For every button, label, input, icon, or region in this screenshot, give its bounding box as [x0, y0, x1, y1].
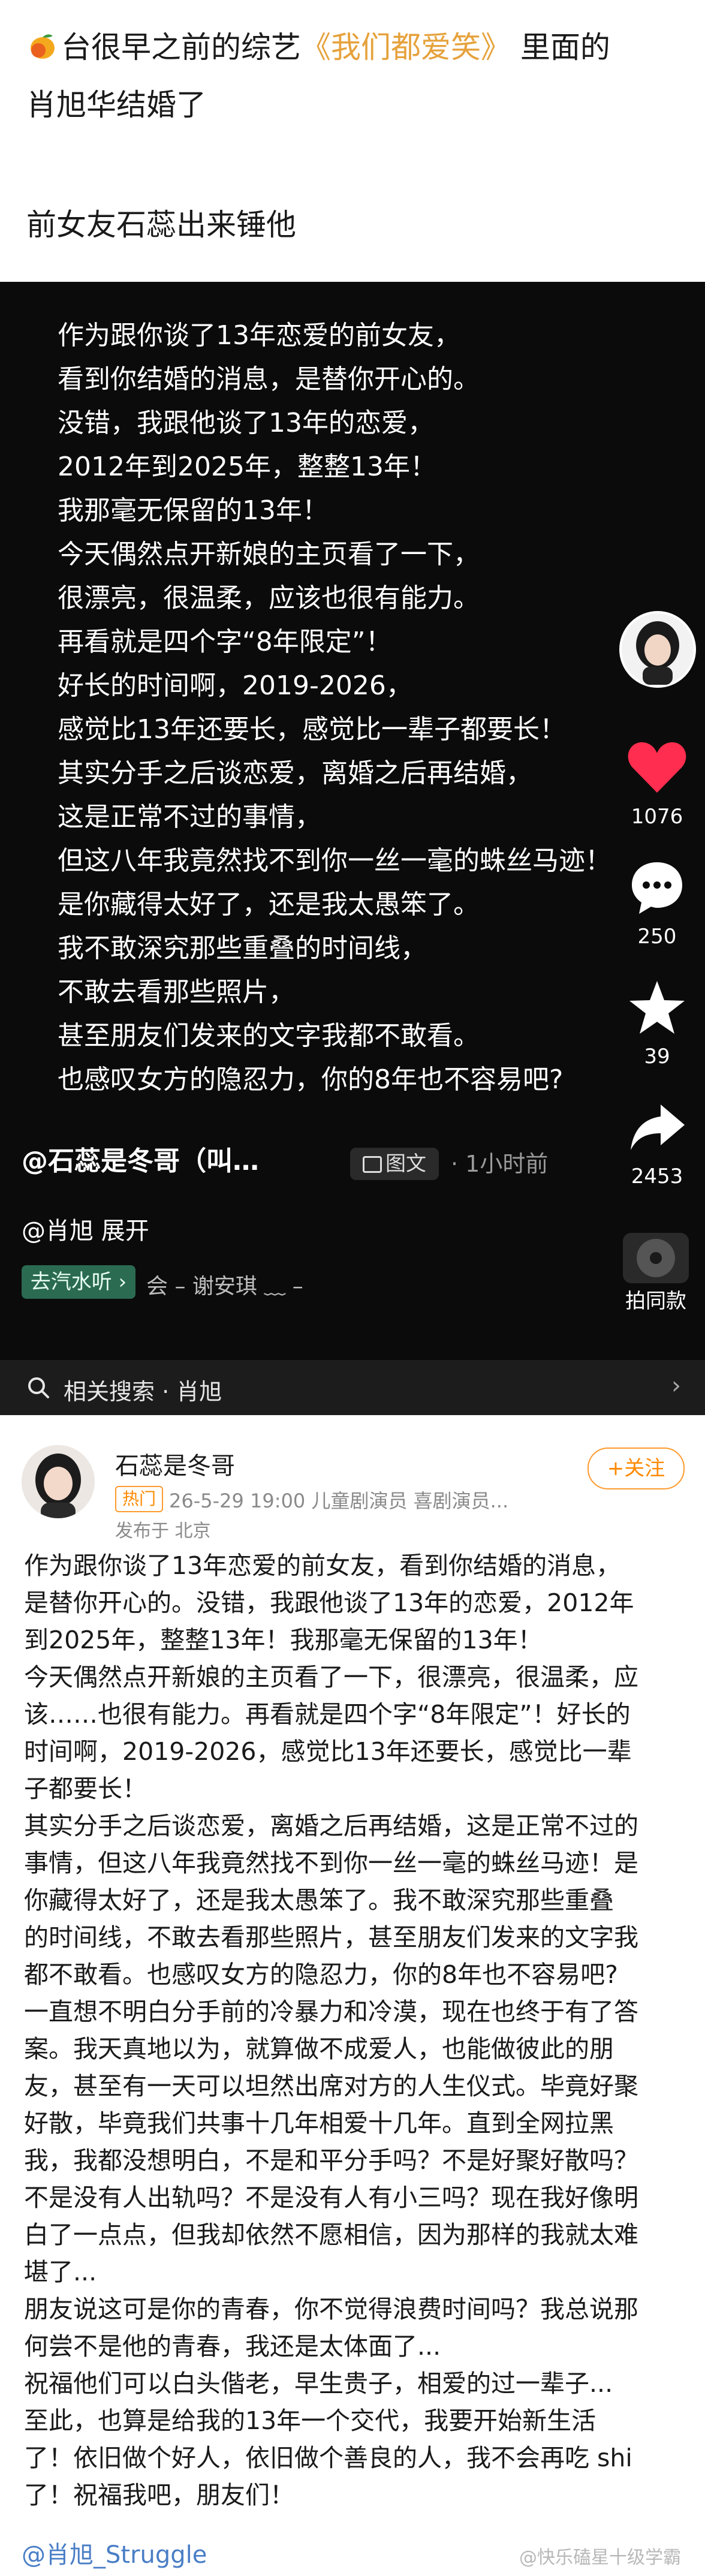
video-text-line: 也感叹女方的隐忍力，你的8年也不容易吧? — [58, 1064, 564, 1095]
poster-name[interactable]: 石蕊是冬哥 — [115, 1446, 235, 1481]
avatar-icon — [22, 1445, 95, 1518]
video-text-line: 再看就是四个字“8年限定”！ — [58, 627, 392, 657]
heart-icon — [628, 742, 686, 793]
favorite-button[interactable]: 39 — [621, 977, 693, 1069]
post-text-line: 事情，但这八年我竟然找不到你一丝一毫的蛛丝马迹！是 — [24, 1849, 638, 1877]
music-disc-icon — [623, 1233, 689, 1283]
related-search-label: 相关搜索 · 肖旭 — [64, 1379, 222, 1405]
caption-show-link[interactable]: 《我们都爱笑》 — [301, 30, 511, 65]
video-text-line: 看到你结婚的消息，是替你开心的。 — [58, 364, 480, 395]
caption-suffix: 里面的 — [511, 30, 610, 65]
video-text-line: 这是正常不过的事情， — [58, 802, 321, 832]
post-text-line: 作为跟你谈了13年恋爱的前女友，看到你结婚的消息， — [24, 1551, 621, 1580]
avatar-icon — [619, 611, 696, 688]
post-text-line: 其实分手之后谈恋爱，离婚之后再结婚，这是正常不过的 — [24, 1811, 638, 1840]
video-text-line: 是你藏得太好了，还是我太愚笨了。 — [58, 889, 480, 920]
video-text-line: 我那毫无保留的13年！ — [58, 495, 329, 526]
video-text-line: 作为跟你谈了13年恋爱的前女友， — [58, 320, 460, 351]
image-text-tag: 图文 — [350, 1148, 439, 1180]
video-text-line: 甚至朋友们发来的文字我都不敢看。 — [58, 1021, 480, 1051]
favorite-count: 39 — [644, 1045, 670, 1069]
caption-line-2: 肖旭华结婚了 — [26, 88, 206, 122]
share-arrow-icon — [631, 1105, 685, 1150]
video-text-line: 但这八年我竟然找不到你一丝一毫的蛛丝马迹！ — [58, 845, 611, 876]
video-text-line: 今天偶然点开新娘的主页看了一下， — [58, 539, 480, 570]
music-app-button[interactable]: 去汽水听 › — [22, 1265, 135, 1299]
post-text-line: 至此，也算是给我的13年一个交代，我要开始新生活 — [24, 2406, 596, 2435]
video-text-line: 2012年到2025年，整整13年！ — [58, 452, 436, 482]
post-text-line: 好散，毕竟我们共事十几年相爱十几年。直到全网拉黑 — [24, 2109, 614, 2138]
poster-avatar[interactable] — [22, 1445, 95, 1518]
post-text-line: 堪了... — [24, 2258, 97, 2286]
post-text-line: 该……也很有能力。再看就是四个字“8年限定”！好长的 — [24, 1700, 631, 1729]
post-text-line: 了！祝福我吧，朋友们！ — [24, 2481, 294, 2509]
share-button[interactable]: 2453 — [621, 1097, 693, 1188]
comment-button[interactable]: 250 — [621, 857, 693, 949]
video-panel[interactable]: 作为跟你谈了13年恋爱的前女友， 看到你结婚的消息，是替你开心的。 没错，我跟他谈了… — [0, 282, 705, 1360]
search-icon — [28, 1377, 49, 1398]
video-text-line: 很漂亮，很温柔，应该也很有能力。 — [58, 583, 480, 613]
caption-line-1: 台很早之前的综艺《我们都爱笑》 里面的 — [26, 26, 610, 68]
post-text-line: 今天偶然点开新娘的主页看了一下，很漂亮，很温柔，应 — [24, 1663, 638, 1692]
follow-button[interactable]: +关注 — [588, 1448, 685, 1489]
tag-label: 图文 — [385, 1152, 426, 1176]
author-handle[interactable]: @石蕊是冬哥（叫… — [22, 1139, 259, 1178]
post-meta: 26-5-29 19:00 儿童剧演员 喜剧演员... — [169, 1489, 509, 1512]
post-text-line: 案。我天真地以为，就算做不成爱人，也能做彼此的朋 — [24, 2035, 614, 2063]
post-text-line: 祝福他们可以白头偕老，早生贵子，相爱的过一辈子... — [24, 2369, 613, 2398]
same-style-button[interactable]: 拍同款 — [616, 1230, 695, 1314]
post-caption: 台很早之前的综艺《我们都爱笑》 里面的 肖旭华结婚了 前女友石蕊出来锤他 — [0, 0, 705, 282]
post-text-line: 子都要长！ — [24, 1774, 147, 1803]
post-text-line: 友，甚至有一天可以坦然出席对方的人生仪式。毕竟好聚 — [24, 2072, 638, 2100]
video-text-line: 好长的时间啊，2019-2026， — [58, 670, 412, 701]
post-text-line: 都不敢看。也感叹女方的隐忍力，你的8年也不容易吧? — [24, 1960, 618, 1989]
music-title[interactable]: 会 – 谢安琪 ﹏ – — [146, 1269, 303, 1300]
post-text-line: 了！依旧做个好人，依旧做个善良的人，我不会再吃 shi — [24, 2443, 632, 2472]
post-text-line: 时间啊，2019-2026，感觉比13年还要长，感觉比一辈 — [24, 1737, 632, 1766]
mention-link[interactable]: @肖旭_Struggle — [22, 2535, 207, 2570]
post-text-line: 不是没有人出轨吗？不是没有人有小三吗？现在我好像明 — [24, 2183, 638, 2212]
video-text-line: 我不敢深究那些重叠的时间线， — [58, 933, 427, 964]
comment-icon — [632, 862, 682, 914]
description[interactable]: @肖旭 展开 — [22, 1211, 149, 1246]
post-time: · 1小时前 — [451, 1151, 549, 1177]
hot-badge: 热门 — [115, 1486, 163, 1512]
comment-count: 250 — [637, 925, 677, 949]
share-count: 2453 — [631, 1164, 683, 1188]
caption-prefix: 台很早之前的综艺 — [61, 30, 301, 65]
same-style-label: 拍同款 — [625, 1289, 686, 1313]
like-count: 1076 — [631, 805, 683, 829]
mango-icon — [31, 34, 55, 59]
creator-avatar[interactable] — [619, 610, 696, 691]
watermark: @快乐磕星十级学霸 — [519, 2547, 681, 2568]
video-text-line: 没错，我跟他谈了13年的恋爱， — [58, 408, 434, 438]
post-text-line: 是替你开心的。没错，我跟他谈了13年的恋爱，2012年 — [24, 1588, 634, 1617]
post-text-line: 白了一点点，但我却依然不愿相信，因为那样的我就太难 — [24, 2220, 638, 2249]
video-text-line: 其实分手之后谈恋爱，离婚之后再结婚， — [58, 758, 532, 789]
caption-line-3: 前女友石蕊出来锤他 — [26, 207, 296, 242]
star-icon — [629, 981, 685, 1034]
post-text-line: 我，我都没想明白，不是和平分手吗？不是好聚好散吗？ — [24, 2146, 638, 2175]
post-location: 发布于 北京 — [115, 1521, 211, 1542]
post-text-line: 你藏得太好了，还是我太愚笨了。我不敢深究那些重叠 — [24, 1886, 614, 1915]
video-text-line: 不敢去看那些照片， — [58, 977, 295, 1007]
chevron-right-icon: › — [671, 1372, 681, 1400]
post-text-line: 到2025年，整整13年！我那毫无保留的13年！ — [24, 1626, 543, 1654]
image-icon — [363, 1156, 382, 1173]
post-text-line: 何尝不是他的青春，我还是太体面了... — [24, 2332, 441, 2361]
like-button[interactable]: 1076 — [621, 738, 693, 829]
related-search-bar[interactable]: 相关搜索 · 肖旭 › — [0, 1360, 705, 1415]
video-text-line: 感觉比13年还要长，感觉比一辈子都要长！ — [58, 714, 566, 745]
post-text-line: 的时间线，不敢去看那些照片，甚至朋友们发来的文字我 — [24, 1923, 638, 1952]
post-text-line: 朋友说这可是你的青春，你不觉得浪费时间吗？我总说那 — [24, 2295, 638, 2324]
post-text-line: 一直想不明白分手前的冷暴力和冷漠，现在也终于有了答 — [24, 1997, 638, 2026]
